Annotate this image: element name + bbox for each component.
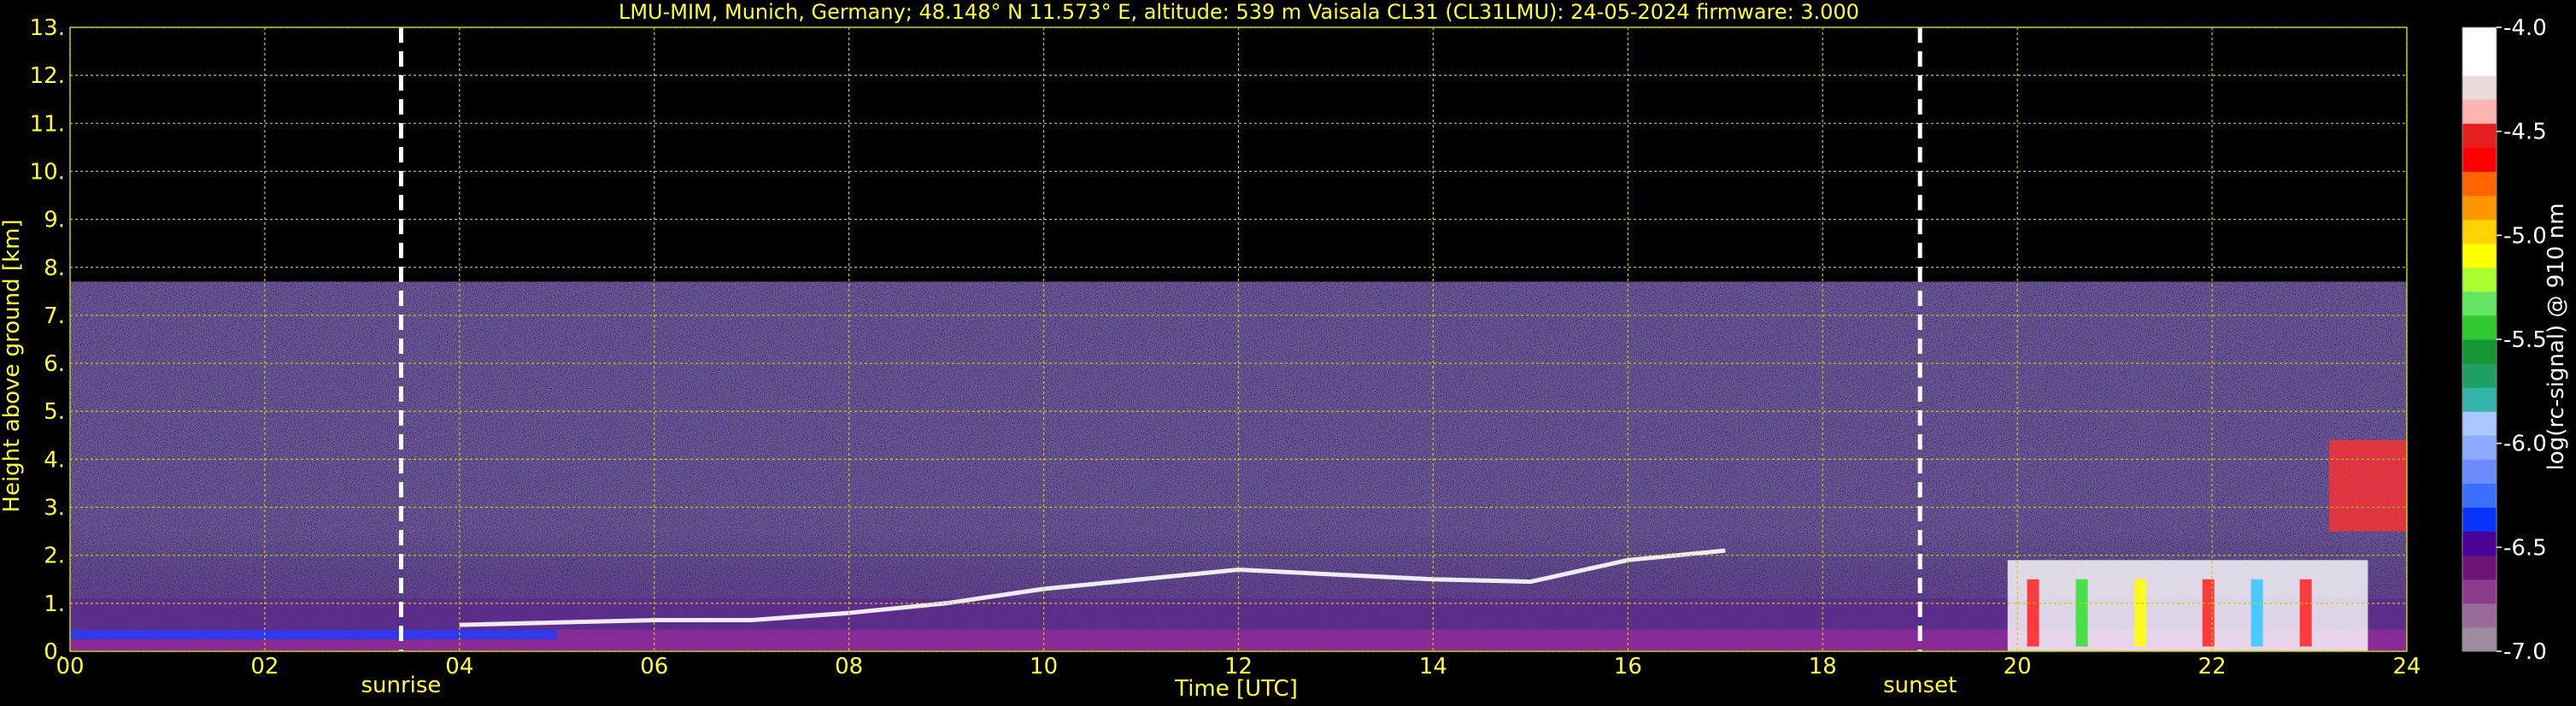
y-tick-12: 12. bbox=[30, 63, 65, 89]
colorbar-tick-label: -5.0 bbox=[2503, 223, 2547, 249]
sunrise-label: sunrise bbox=[361, 673, 441, 698]
colorbar-tick-label: -6.5 bbox=[2503, 535, 2547, 561]
colorbar-swatch-2 bbox=[2462, 579, 2497, 604]
colorbar-swatch-15 bbox=[2462, 267, 2497, 292]
cloud-band-0 bbox=[2027, 579, 2039, 647]
colorbar-swatch-13 bbox=[2462, 315, 2497, 340]
colorbar-swatch-6 bbox=[2462, 483, 2497, 509]
y-tick-7: 7. bbox=[44, 303, 65, 329]
y-axis-label: Height above ground [km] bbox=[0, 219, 25, 512]
x-tick-02: 02 bbox=[250, 654, 279, 680]
x-tick-10: 10 bbox=[1030, 654, 1058, 680]
colorbar-tick-label: -4.0 bbox=[2503, 15, 2547, 41]
cloud-band-4 bbox=[2250, 579, 2263, 647]
y-tick-11: 11. bbox=[30, 111, 65, 137]
sunset-label: sunset bbox=[1883, 673, 1957, 698]
x-tick-22: 22 bbox=[2198, 654, 2227, 680]
colorbar-swatch-3 bbox=[2462, 555, 2497, 580]
colorbar-swatch-20 bbox=[2462, 147, 2497, 172]
x-tick-08: 08 bbox=[835, 654, 863, 680]
colorbar-tick-label: -5.5 bbox=[2503, 327, 2547, 353]
colorbar-swatch-1 bbox=[2462, 603, 2497, 628]
y-tick-13: 13. bbox=[30, 15, 65, 41]
colorbar-swatch-22 bbox=[2462, 99, 2497, 124]
y-tick-3: 3. bbox=[44, 496, 65, 521]
x-axis-label: Time [UTC] bbox=[1174, 676, 1298, 702]
colorbar-swatch-12 bbox=[2462, 339, 2497, 364]
y-tick-5: 5. bbox=[44, 399, 65, 425]
y-tick-6: 6. bbox=[44, 351, 65, 377]
y-tick-0: 0. bbox=[44, 639, 65, 665]
colorbar-swatch-19 bbox=[2462, 171, 2497, 197]
colorbar-label: log(rc-signal) @ 910 nm bbox=[2544, 203, 2569, 471]
colorbar-swatch-11 bbox=[2462, 363, 2497, 388]
y-tick-2: 2. bbox=[44, 544, 65, 569]
x-tick-18: 18 bbox=[1809, 654, 1837, 680]
cloud-band-1 bbox=[2075, 579, 2088, 647]
ceilometer-chart: LMU-MIM, Munich, Germany; 48.148° N 11.5… bbox=[0, 0, 2569, 702]
cloud-band-5 bbox=[2299, 579, 2312, 647]
x-tick-16: 16 bbox=[1614, 654, 1642, 680]
y-tick-8: 8. bbox=[44, 256, 65, 281]
x-tick-14: 14 bbox=[1419, 654, 1447, 680]
y-tick-1: 1. bbox=[44, 591, 65, 617]
colorbar-swatch-16 bbox=[2462, 243, 2497, 268]
y-tick-10: 10. bbox=[30, 159, 65, 185]
cloud-band-2 bbox=[2133, 579, 2146, 647]
colorbar-swatch-21 bbox=[2462, 123, 2497, 148]
chart-title: LMU-MIM, Munich, Germany; 48.148° N 11.5… bbox=[619, 0, 1859, 24]
feature-1 bbox=[70, 629, 557, 639]
colorbar: -4.0 -4.5 -5.0 -5.5 -6.0 -6.5 -7.0 bbox=[2462, 15, 2547, 665]
x-tick-06: 06 bbox=[640, 654, 668, 680]
colorbar-swatch-8 bbox=[2462, 435, 2497, 460]
colorbar-swatch-17 bbox=[2462, 219, 2497, 244]
colorbar-tick-label: -7.0 bbox=[2503, 639, 2547, 665]
colorbar-swatch-25 bbox=[2462, 27, 2497, 52]
x-tick-20: 20 bbox=[2004, 654, 2032, 680]
colorbar-tick-label: -6.0 bbox=[2503, 432, 2547, 457]
y-tick-9: 9. bbox=[44, 208, 65, 233]
colorbar-swatch-23 bbox=[2462, 75, 2497, 100]
colorbar-swatch-18 bbox=[2462, 195, 2497, 221]
colorbar-swatch-7 bbox=[2462, 459, 2497, 484]
colorbar-swatch-14 bbox=[2462, 291, 2497, 316]
feature-3 bbox=[2007, 560, 2368, 651]
colorbar-swatch-24 bbox=[2462, 51, 2497, 76]
colorbar-swatch-10 bbox=[2462, 387, 2497, 412]
x-tick-04: 04 bbox=[445, 654, 473, 680]
colorbar-swatch-9 bbox=[2462, 411, 2497, 436]
colorbar-tick-label: -4.5 bbox=[2503, 120, 2547, 145]
feature-4 bbox=[2328, 439, 2407, 532]
colorbar-swatch-5 bbox=[2462, 507, 2497, 532]
colorbar-swatch-0 bbox=[2462, 627, 2497, 652]
x-tick-24: 24 bbox=[2392, 654, 2421, 680]
colorbar-swatch-4 bbox=[2462, 531, 2497, 556]
y-tick-4: 4. bbox=[44, 447, 65, 473]
